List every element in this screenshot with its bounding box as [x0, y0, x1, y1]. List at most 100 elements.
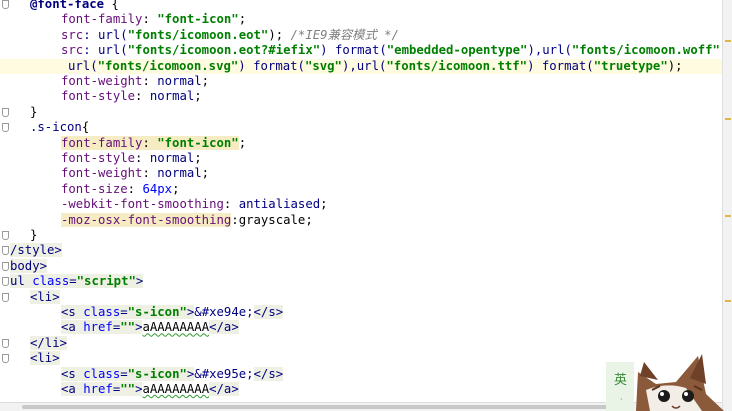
- code-line[interactable]: <li>: [0, 289, 722, 305]
- code-token: <a: [61, 320, 84, 335]
- code-token: :: [135, 89, 150, 104]
- code-line[interactable]: -webkit-font-smoothing: antialiased;: [0, 197, 722, 212]
- code-token: :: [231, 212, 239, 227]
- code-text: -moz-osx-font-smoothing:grayscale;: [61, 212, 313, 228]
- code-line[interactable]: font-size: 64px;: [0, 182, 722, 197]
- warning-marker[interactable]: [725, 40, 731, 42]
- code-token: url(: [68, 58, 98, 73]
- code-line[interactable]: ul class="script">: [0, 274, 722, 289]
- code-line[interactable]: font-weight: normal;: [0, 74, 722, 89]
- code-token: "font-icon": [157, 135, 239, 150]
- code-token: :: [142, 135, 158, 150]
- code-token: ;: [305, 212, 313, 227]
- ime-punct-glyph: ·: [620, 395, 623, 404]
- code-line[interactable]: <s class="s-icon">&#xe94e;</s>: [0, 305, 722, 320]
- code-token: ),url(: [341, 58, 387, 73]
- fold-marker-icon[interactable]: [2, 107, 9, 117]
- code-token: <li>: [30, 351, 60, 366]
- code-token: :: [142, 166, 158, 181]
- code-token: ;: [238, 135, 247, 150]
- code-token: normal: [149, 151, 195, 165]
- code-token: {: [104, 0, 119, 11]
- code-token: ;: [201, 74, 210, 88]
- fold-marker-icon[interactable]: [2, 123, 9, 133]
- code-line[interactable]: font-style: normal;: [0, 89, 722, 104]
- code-token: &#xe94e;: [194, 305, 254, 319]
- warning-marker[interactable]: [725, 300, 731, 302]
- code-text: .s-icon{: [30, 120, 89, 135]
- code-token: font-weight: [61, 166, 143, 181]
- code-line[interactable]: font-family: "font-icon";: [0, 12, 722, 27]
- code-token: normal: [157, 74, 202, 88]
- code-token: ) format(: [238, 58, 305, 73]
- code-token: <a: [61, 382, 84, 396]
- code-token: "": [120, 382, 136, 396]
- code-token: ) format(: [320, 43, 387, 58]
- code-token: }: [30, 104, 38, 119]
- code-line[interactable]: /style>: [0, 243, 722, 258]
- code-token: &#xe95e;: [194, 366, 254, 381]
- code-token: aAAAAAAAA: [142, 382, 210, 396]
- code-text: <li>: [30, 289, 60, 305]
- code-line[interactable]: .s-icon{: [0, 120, 722, 135]
- fold-marker-icon[interactable]: [2, 277, 9, 287]
- code-line[interactable]: }: [0, 105, 722, 120]
- code-token: class: [32, 274, 70, 289]
- code-editor[interactable]: @font-face {font-family: "font-icon"; src…: [0, 0, 722, 402]
- warning-marker[interactable]: [725, 118, 731, 120]
- code-text: font-weight: normal;: [61, 166, 209, 181]
- horizontal-scroll-thumb[interactable]: [22, 405, 622, 409]
- code-line[interactable]: </li>: [0, 335, 722, 351]
- code-token: ),url(: [527, 43, 572, 58]
- cat-left-eye-shine: [660, 392, 664, 396]
- code-token: >: [54, 243, 62, 258]
- code-line[interactable]: @font-face {: [0, 0, 722, 12]
- code-token: font-weight: [61, 74, 143, 88]
- code-token: ul: [10, 274, 33, 289]
- code-token: :: [127, 181, 143, 196]
- code-token: -webkit-font-smoothing: [61, 197, 224, 212]
- cat-right-eye: [682, 390, 694, 402]
- code-token: class: [83, 366, 121, 381]
- code-line[interactable]: font-weight: normal;: [0, 166, 722, 181]
- code-token: body: [10, 258, 40, 273]
- code-line[interactable]: src: url("fonts/icomoon.eot?#iefix") for…: [0, 43, 722, 58]
- code-line[interactable]: }: [0, 228, 722, 243]
- code-token: :: [142, 74, 158, 88]
- cat-left-eye: [658, 390, 670, 402]
- code-text: url("fonts/icomoon.svg") format("svg"),u…: [68, 59, 683, 74]
- code-token: antialiased: [238, 197, 321, 212]
- code-token: ;: [238, 12, 247, 27]
- fold-marker-icon[interactable]: [2, 292, 9, 302]
- fold-marker-icon[interactable]: [2, 261, 9, 271]
- code-token: "fonts/icomoon.woff": [571, 43, 720, 58]
- fold-marker-icon[interactable]: [2, 0, 9, 9]
- fold-marker-icon[interactable]: [2, 338, 9, 348]
- code-token: "fonts/icomoon.svg": [97, 58, 239, 73]
- code-token: </s>: [253, 305, 284, 319]
- code-token: "s-icon": [127, 366, 187, 381]
- code-line[interactable]: url("fonts/icomoon.svg") format("svg"),u…: [0, 58, 722, 74]
- code-line[interactable]: font-style: normal;: [0, 151, 722, 166]
- code-line[interactable]: font-family: "font-icon";: [0, 135, 722, 151]
- code-line[interactable]: src: url("fonts/icomoon.eot"); /*IE9兼容模式…: [0, 28, 722, 43]
- code-token: class: [83, 305, 121, 319]
- code-token: </a>: [209, 320, 239, 335]
- code-token: "": [120, 320, 136, 335]
- cat-mascot-widget[interactable]: 英 ·: [606, 354, 724, 411]
- fold-marker-icon[interactable]: [2, 354, 9, 364]
- fold-marker-icon[interactable]: [2, 246, 9, 256]
- code-token: normal: [157, 166, 202, 181]
- code-text: <s class="s-icon">&#xe94e;</s>: [61, 305, 284, 320]
- warning-marker[interactable]: [725, 215, 731, 217]
- fold-marker-icon[interactable]: [2, 231, 9, 240]
- error-stripe[interactable]: [722, 0, 732, 411]
- code-line[interactable]: -moz-osx-font-smoothing:grayscale;: [0, 212, 722, 228]
- code-text: }: [30, 105, 37, 120]
- code-token: "font-icon": [157, 12, 239, 27]
- code-token: : url(: [83, 43, 128, 58]
- code-line[interactable]: body>: [0, 258, 722, 274]
- code-token: ;: [194, 151, 202, 165]
- code-line[interactable]: <a href="">aAAAAAAAA</a>: [0, 320, 722, 335]
- ime-language-label[interactable]: 英: [614, 373, 627, 388]
